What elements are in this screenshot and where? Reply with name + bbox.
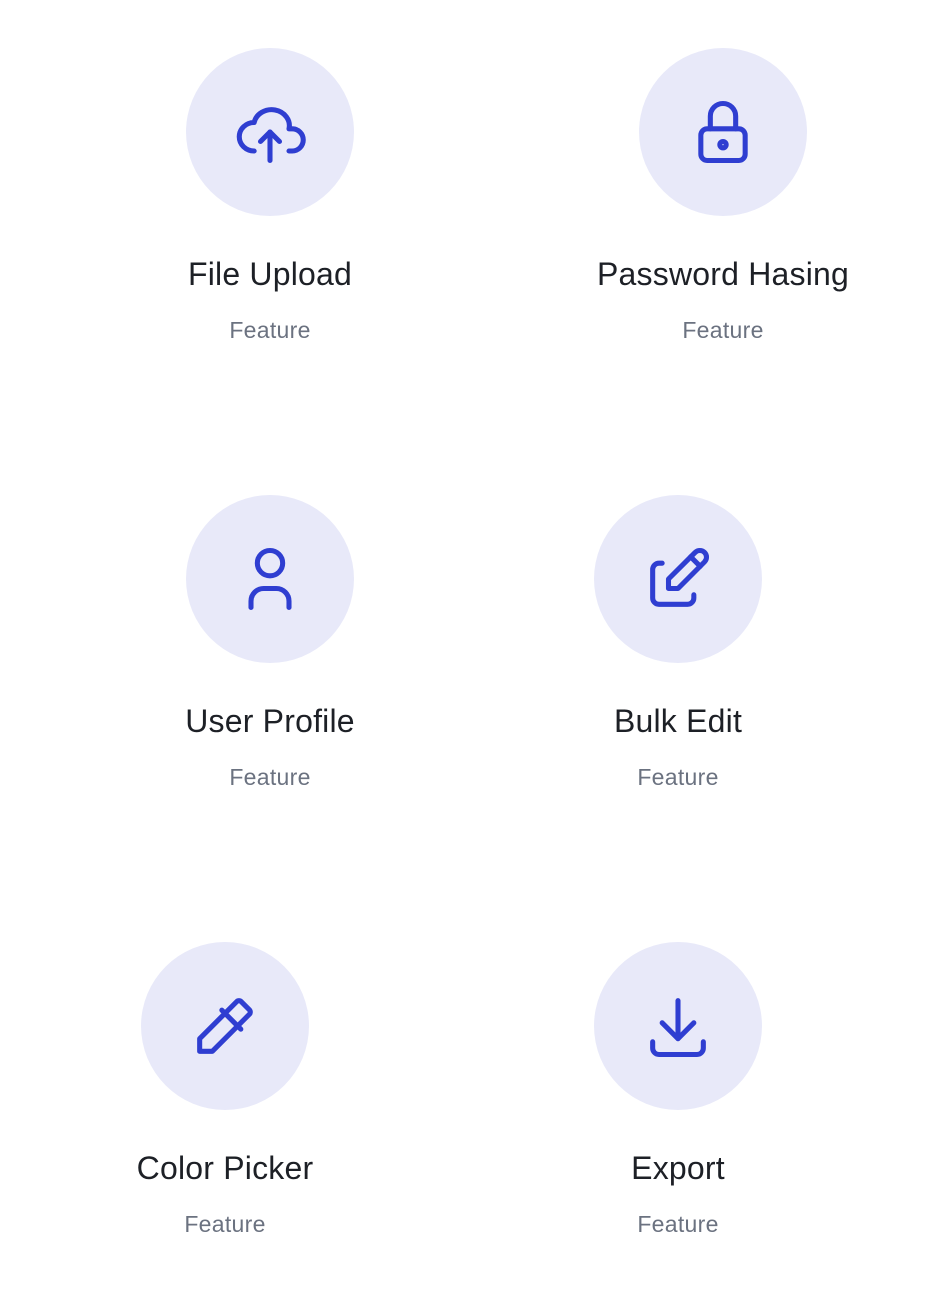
icon-circle <box>141 942 309 1110</box>
user-icon <box>248 547 292 611</box>
icon-circle <box>594 495 762 663</box>
icon-circle <box>594 942 762 1110</box>
feature-title: Password Hasing <box>597 256 849 292</box>
feature-subtitle: Feature <box>229 764 311 790</box>
lock-icon <box>698 100 748 164</box>
feature-card-file-upload[interactable]: File Upload Feature <box>110 48 430 358</box>
feature-subtitle: Feature <box>184 1211 266 1237</box>
feature-subtitle: Feature <box>637 1211 719 1237</box>
feature-subtitle: Feature <box>229 317 311 343</box>
feature-subtitle: Feature <box>637 764 719 790</box>
icon-circle <box>186 495 354 663</box>
download-icon <box>650 998 706 1058</box>
feature-subtitle: Feature <box>682 317 764 343</box>
icon-circle <box>186 48 354 216</box>
cloud-upload-icon <box>236 107 306 164</box>
feature-title: Bulk Edit <box>613 703 743 739</box>
feature-title: File Upload <box>187 256 353 292</box>
feature-card-export[interactable]: Export Feature <box>518 942 838 1252</box>
feature-card-user-profile[interactable]: User Profile Feature <box>110 495 430 805</box>
feature-card-password-hasing[interactable]: Password Hasing Feature <box>563 48 883 358</box>
icon-circle <box>639 48 807 216</box>
feature-title: Export <box>631 1150 725 1186</box>
edit-icon <box>650 548 709 607</box>
feature-card-color-picker[interactable]: Color Picker Feature <box>65 942 385 1252</box>
feature-title: Color Picker <box>136 1150 314 1186</box>
eyedropper-icon <box>197 998 253 1054</box>
feature-card-bulk-edit[interactable]: Bulk Edit Feature <box>518 495 838 805</box>
feature-title: User Profile <box>185 703 355 739</box>
